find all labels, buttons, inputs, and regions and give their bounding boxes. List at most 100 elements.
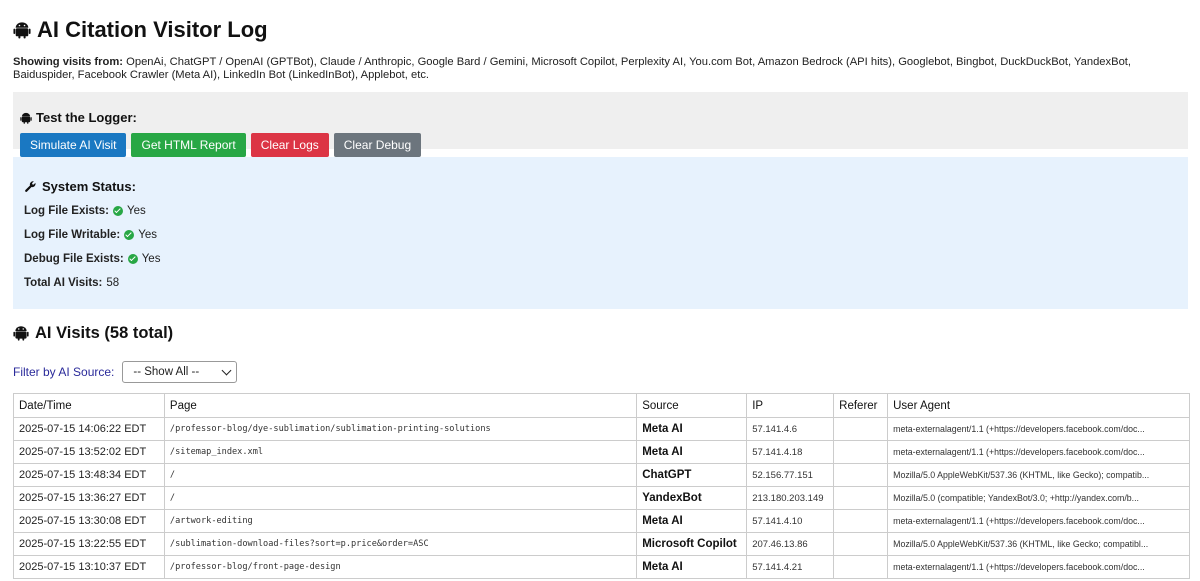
wrench-icon — [25, 181, 36, 192]
cell-referer — [833, 509, 889, 533]
cell-datetime: 2025-07-15 13:36:27 EDT — [13, 486, 165, 510]
cell-user-agent: meta-externalagent/1.1 (+https://develop… — [887, 440, 1190, 464]
table-row: 2025-07-15 14:06:22 EDT /professor-blog/… — [13, 417, 1190, 441]
system-status-panel: System Status: Log File Exists: Yes Log … — [13, 157, 1188, 309]
log-file-exists-value: Yes — [127, 204, 146, 217]
cell-datetime: 2025-07-15 13:52:02 EDT — [13, 440, 165, 464]
test-logger-panel: Test the Logger: Simulate AI Visit Get H… — [13, 92, 1188, 157]
cell-source: YandexBot — [636, 486, 748, 510]
table-row: 2025-07-15 13:30:08 EDT /artwork-editing… — [13, 509, 1190, 533]
check-circle-icon — [127, 253, 138, 264]
cell-user-agent: meta-externalagent/1.1 (+https://develop… — [887, 509, 1190, 533]
col-header-source: Source — [636, 393, 748, 418]
cell-ip: 207.46.13.86 — [746, 532, 835, 556]
cell-source: ChatGPT — [636, 463, 748, 487]
cell-page: /artwork-editing — [163, 509, 638, 533]
col-header-page: Page — [163, 393, 638, 418]
cell-referer — [833, 555, 889, 579]
page: AI Citation Visitor Log Showing visits f… — [0, 0, 1200, 579]
visits-heading: AI Visits (58 total) — [35, 323, 174, 342]
col-header-datetime: Date/Time — [13, 393, 165, 418]
cell-ip: 57.141.4.18 — [746, 440, 835, 464]
cell-source: Meta AI — [636, 417, 748, 441]
total-ai-visits-label: Total AI Visits: — [24, 276, 103, 289]
log-file-exists-label: Log File Exists: — [24, 204, 109, 217]
cell-referer — [833, 532, 889, 556]
cell-page: /professor-blog/front-page-design — [163, 555, 638, 579]
log-file-writable-label: Log File Writable: — [24, 228, 121, 241]
test-heading-label: Test the Logger: — [36, 110, 137, 125]
check-circle-icon — [113, 205, 123, 216]
ai-source-filter-select[interactable]: -- Show All -- — [122, 361, 238, 383]
check-circle-icon — [124, 229, 135, 240]
cell-referer — [833, 440, 889, 464]
cell-user-agent: Mozilla/5.0 AppleWebKit/537.36 (KHTML, l… — [887, 463, 1190, 487]
total-ai-visits-line: Total AI Visits: 58 — [24, 276, 1177, 289]
cell-user-agent: Mozilla/5.0 AppleWebKit/537.36 (KHTML, l… — [887, 532, 1190, 556]
cell-ip: 52.156.77.151 — [746, 463, 835, 487]
table-row: 2025-07-15 13:22:55 EDT /sublimation-dow… — [13, 532, 1190, 556]
log-file-writable-line: Log File Writable: Yes — [24, 228, 1177, 241]
sources-description: Showing visits from: OpenAi, ChatGPT / O… — [13, 56, 1188, 82]
filter-row: Filter by AI Source: -- Show All -- — [13, 361, 1188, 383]
filter-label: Filter by AI Source: — [13, 365, 115, 379]
cell-user-agent: Mozilla/5.0 (compatible; YandexBot/3.0; … — [887, 486, 1190, 510]
cell-datetime: 2025-07-15 14:06:22 EDT — [13, 417, 165, 441]
cell-ip: 213.180.203.149 — [746, 486, 835, 510]
cell-page: / — [163, 486, 638, 510]
cell-source: Microsoft Copilot — [636, 532, 748, 556]
test-buttons: Simulate AI Visit Get HTML Report Clear … — [20, 133, 1178, 157]
cell-page: /sublimation-download-files?sort=p.price… — [163, 532, 638, 556]
android-icon — [20, 112, 32, 124]
test-heading: Test the Logger: — [20, 110, 1178, 125]
table-row: 2025-07-15 13:10:37 EDT /professor-blog/… — [13, 555, 1190, 579]
status-heading: System Status: — [24, 179, 1177, 194]
showing-text: OpenAi, ChatGPT / OpenAI (GPTBot), Claud… — [13, 56, 1132, 81]
cell-referer — [833, 417, 889, 441]
debug-file-exists-label: Debug File Exists: — [24, 252, 124, 265]
visits-table: Date/Time Page Source IP Referer User Ag… — [13, 393, 1190, 579]
col-header-ip: IP — [746, 393, 835, 418]
showing-label: Showing visits from: — [13, 56, 124, 68]
android-icon — [13, 22, 31, 39]
table-row: 2025-07-15 13:48:34 EDT / ChatGPT 52.156… — [13, 463, 1190, 487]
cell-referer — [833, 486, 889, 510]
android-icon — [13, 326, 29, 341]
status-heading-label: System Status: — [42, 179, 136, 194]
cell-page: /sitemap_index.xml — [163, 440, 638, 464]
log-file-exists-line: Log File Exists: Yes — [24, 204, 1177, 217]
cell-ip: 57.141.4.21 — [746, 555, 835, 579]
chevron-down-icon — [221, 365, 232, 376]
cell-user-agent: meta-externalagent/1.1 (+https://develop… — [887, 555, 1190, 579]
cell-source: Meta AI — [636, 555, 748, 579]
cell-datetime: 2025-07-15 13:30:08 EDT — [13, 509, 165, 533]
cell-user-agent: meta-externalagent/1.1 (+https://develop… — [887, 417, 1190, 441]
debug-file-exists-value: Yes — [141, 252, 161, 265]
simulate-ai-visit-button[interactable]: Simulate AI Visit — [20, 133, 127, 157]
cell-datetime: 2025-07-15 13:22:55 EDT — [13, 532, 165, 556]
table-header-row: Date/Time Page Source IP Referer User Ag… — [13, 393, 1190, 418]
cell-ip: 57.141.4.6 — [746, 417, 835, 441]
table-row: 2025-07-15 13:36:27 EDT / YandexBot 213.… — [13, 486, 1190, 510]
cell-referer — [833, 463, 889, 487]
filter-selected-value: -- Show All -- — [133, 366, 200, 378]
visits-title-row: AI Visits (58 total) — [13, 323, 1188, 343]
page-title: AI Citation Visitor Log — [37, 17, 268, 42]
total-ai-visits-value: 58 — [106, 276, 120, 289]
clear-debug-button[interactable]: Clear Debug — [333, 133, 422, 157]
clear-logs-button[interactable]: Clear Logs — [250, 133, 329, 157]
log-file-writable-value: Yes — [138, 228, 158, 241]
table-row: 2025-07-15 13:52:02 EDT /sitemap_index.x… — [13, 440, 1190, 464]
debug-file-exists-line: Debug File Exists: Yes — [24, 252, 1177, 265]
col-header-user-agent: User Agent — [887, 393, 1190, 418]
cell-source: Meta AI — [636, 440, 748, 464]
cell-page: /professor-blog/dye-sublimation/sublimat… — [163, 417, 638, 441]
col-header-referer: Referer — [833, 393, 889, 418]
get-html-report-button[interactable]: Get HTML Report — [131, 133, 246, 157]
cell-datetime: 2025-07-15 13:10:37 EDT — [13, 555, 165, 579]
cell-ip: 57.141.4.10 — [746, 509, 835, 533]
cell-source: Meta AI — [636, 509, 748, 533]
cell-datetime: 2025-07-15 13:48:34 EDT — [13, 463, 165, 487]
cell-page: / — [163, 463, 638, 487]
title-row: AI Citation Visitor Log — [13, 10, 1188, 50]
